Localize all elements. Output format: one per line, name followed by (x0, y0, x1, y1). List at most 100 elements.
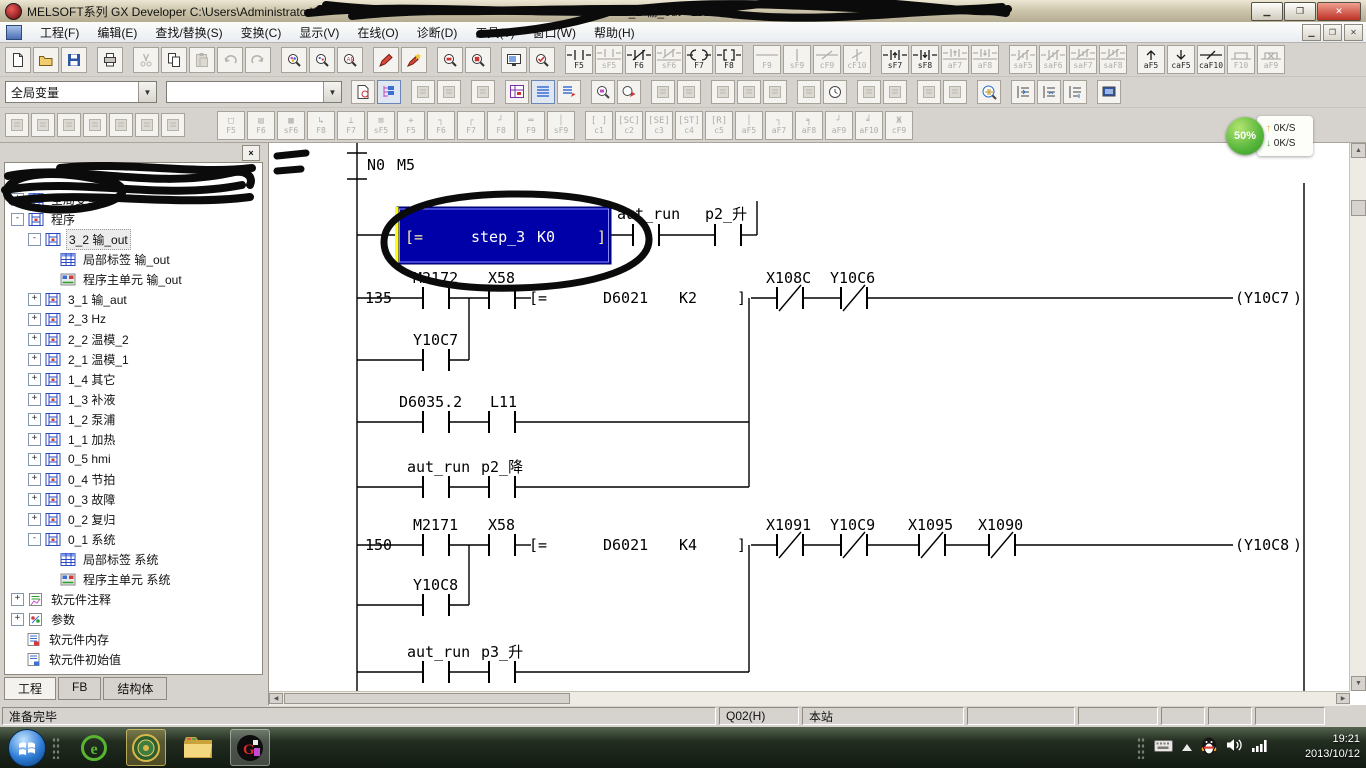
chevron-down-icon[interactable]: ▼ (138, 82, 156, 102)
tree-item[interactable]: +软元件注释 (5, 589, 262, 609)
ladder-symbol-button-saF6[interactable]: saF6 (1039, 45, 1067, 74)
ladder-symbol-button-aF9[interactable]: aF9 (1257, 45, 1285, 74)
toolbar-button-sort-a[interactable] (857, 80, 881, 104)
tree-item[interactable]: +0_2 复归 (5, 509, 262, 529)
ladder-symbol-button-sF8[interactable]: sF8 (911, 45, 939, 74)
tree-expander-icon[interactable]: + (28, 493, 41, 506)
tree-expander-icon[interactable]: + (28, 313, 41, 326)
menu-item-9[interactable]: 帮助(H) (585, 22, 644, 43)
toolbar-button-program-copy[interactable] (31, 113, 55, 137)
menu-item-2[interactable]: 查找/替换(S) (146, 22, 231, 43)
tree-item[interactable]: -程序 (5, 209, 262, 229)
toolbar-button-monitor-stop[interactable] (437, 80, 461, 104)
tree-expander-icon[interactable]: + (28, 293, 41, 306)
tree-item[interactable]: +3_1 输_aut (5, 289, 262, 309)
toolbar-button-undo[interactable] (217, 47, 243, 73)
toolbar-button-s1s9[interactable] (83, 113, 107, 137)
netspeed-widget[interactable]: 50% ↑ 0K/S ↓ 0K/S (1226, 116, 1313, 156)
panel-tab-工程[interactable]: 工程 (4, 677, 56, 700)
sfc-symbol-button-F8[interactable]: ┘F8 (487, 111, 515, 140)
toolbar-button-ld-label[interactable] (505, 80, 529, 104)
vertical-scrollbar[interactable]: ▲ ▼ (1349, 143, 1366, 691)
sfc-symbol-button-F5[interactable]: □F5 (217, 111, 245, 140)
sfc-symbol-button-F7[interactable]: ⊥F7 (337, 111, 365, 140)
ladder-symbol-button-F7[interactable]: F7 (685, 45, 713, 74)
toolbar-button-redo[interactable] (245, 47, 271, 73)
sfc-symbol-button-aF7[interactable]: ┐aF7 (765, 111, 793, 140)
ladder-symbol-button-cF10[interactable]: cF10 (843, 45, 871, 74)
toolbar-button-find[interactable] (281, 47, 307, 73)
close-button[interactable]: ✕ (1317, 2, 1361, 21)
tree-item[interactable]: 局部标签 输_out (5, 249, 262, 269)
sfc-symbol-button-sF6[interactable]: ▦sF6 (277, 111, 305, 140)
toolbar-button-program-check[interactable] (351, 80, 375, 104)
toolbar-button-sort-b[interactable] (883, 80, 907, 104)
toolbar-button-list-edit[interactable] (557, 80, 581, 104)
toolbar-button-comment-a[interactable] (651, 80, 675, 104)
taskbar-emblem-icon[interactable] (126, 729, 166, 766)
tree-item[interactable]: -0_1 系统 (5, 529, 262, 549)
sfc-symbol-button-c5[interactable]: [R]c5 (705, 111, 733, 140)
toolbar-button-blue-monitor[interactable] (1097, 80, 1121, 104)
tree-item[interactable]: -3_2 输_out (5, 229, 262, 249)
toolbar-button-step-transfer[interactable] (5, 113, 29, 137)
tree-item[interactable]: +1_4 其它 (5, 369, 262, 389)
sfc-symbol-button-F5[interactable]: +F5 (397, 111, 425, 140)
toolbar-button-print[interactable] (97, 47, 123, 73)
menu-item-0[interactable]: 工程(F) (31, 22, 88, 43)
tree-expander-icon[interactable]: + (28, 353, 41, 366)
maximize-button[interactable]: ❐ (1284, 2, 1316, 21)
tree-item[interactable]: 软元件初始值 (5, 649, 262, 669)
tree-expander-icon[interactable]: - (28, 233, 41, 246)
ladder-symbol-button-saF8[interactable]: saF8 (1099, 45, 1127, 74)
toolbar-button-zoom-check[interactable] (529, 47, 555, 73)
device-combobox[interactable]: ▼ (166, 81, 342, 103)
menu-item-3[interactable]: 变换(C) (232, 22, 291, 43)
tree-item[interactable]: +1_3 补液 (5, 389, 262, 409)
ladder-symbol-button-F10[interactable]: F10 (1227, 45, 1255, 74)
tree-item[interactable]: 程序主单元 输_out (5, 269, 262, 289)
panel-tab-结构体[interactable]: 结构体 (103, 677, 167, 700)
toolbar-button-clock[interactable] (823, 80, 847, 104)
toolbar-button-save[interactable] (61, 47, 87, 73)
project-tree[interactable]: +全局变量-程序-3_2 输_out局部标签 输_out程序主单元 输_out+… (4, 162, 263, 675)
minimize-button[interactable]: ▁ (1251, 2, 1283, 21)
sfc-symbol-button-aF9[interactable]: ┘aF9 (825, 111, 853, 140)
network-icon[interactable] (1252, 739, 1268, 757)
ladder-symbol-button-F8[interactable]: F8 (715, 45, 743, 74)
toolbar-button-tree-export[interactable] (161, 113, 185, 137)
ladder-symbol-button-sF7[interactable]: sF7 (881, 45, 909, 74)
ladder-symbol-button-F5[interactable]: F5 (565, 45, 593, 74)
ladder-symbol-button-F9[interactable]: F9 (753, 45, 781, 74)
toolbar-button-zoom-out[interactable] (465, 47, 491, 73)
scroll-right-icon[interactable]: ▶ (1336, 693, 1350, 704)
label-scope-combobox[interactable]: 全局变量 ▼ (5, 81, 157, 103)
tree-expander-icon[interactable]: + (28, 413, 41, 426)
ladder-symbol-button-sF5[interactable]: sF5 (595, 45, 623, 74)
ladder-symbol-button-caF10[interactable]: caF10 (1197, 45, 1225, 74)
toolbar-button-grid-window[interactable] (797, 80, 821, 104)
sfc-symbol-button-c4[interactable]: [ST]c4 (675, 111, 703, 140)
menu-item-6[interactable]: 诊断(D) (408, 22, 467, 43)
tree-expander-icon[interactable]: + (28, 373, 41, 386)
toolbar-button-open[interactable] (33, 47, 59, 73)
sfc-symbol-button-cF9[interactable]: ЖcF9 (885, 111, 913, 140)
toolbar-button-row-insert[interactable] (1011, 80, 1035, 104)
toolbar-button-copy[interactable] (161, 47, 187, 73)
tree-item[interactable]: +1_1 加热 (5, 429, 262, 449)
ladder-symbol-button-sF9[interactable]: sF9 (783, 45, 811, 74)
toolbar-button-find-device[interactable]: AB (337, 47, 363, 73)
tree-item[interactable]: +0_3 故障 (5, 489, 262, 509)
tree-expander-icon[interactable]: + (28, 333, 41, 346)
toolbar-button-comment-b[interactable] (677, 80, 701, 104)
panel-tab-FB[interactable]: FB (58, 677, 101, 700)
tree-item[interactable]: +0_4 节拍 (5, 469, 262, 489)
sfc-symbol-button-F8[interactable]: ↳F8 (307, 111, 335, 140)
ladder-canvas[interactable]: aut_runp2_升M2172X58X108CY10C6Y10C7D6035.… (269, 143, 1350, 691)
menu-item-8[interactable]: 窗口(W) (524, 22, 585, 43)
tree-expander-icon[interactable]: + (28, 513, 41, 526)
ladder-symbol-button-caF5[interactable]: caF5 (1167, 45, 1195, 74)
menu-item-7[interactable]: 工具(T) (466, 22, 523, 43)
tray-expand-icon[interactable] (1182, 744, 1192, 751)
toolbar-button-edit-pen[interactable] (373, 47, 399, 73)
